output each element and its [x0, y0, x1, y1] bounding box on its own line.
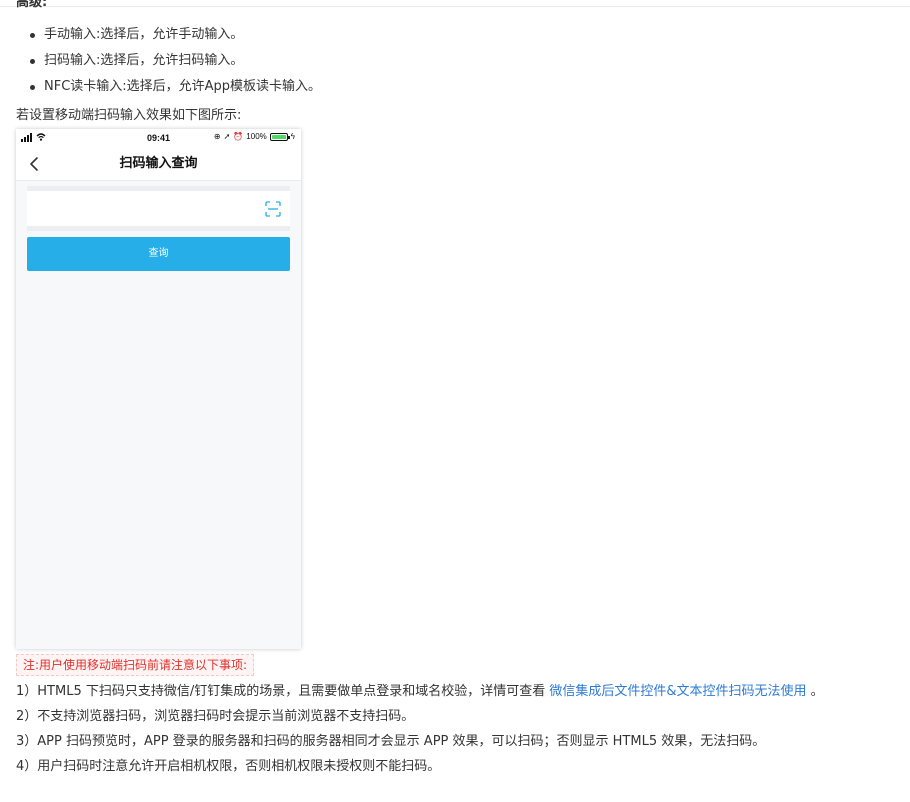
phone-screenshot: 09:41 ⊕ ➚ ⏰ 100% ϟ 扫码输入查询 查询: [16, 129, 301, 649]
intro-text: 若设置移动端扫码输入效果如下图所示:: [16, 108, 242, 123]
scan-input-field[interactable]: [27, 186, 290, 231]
list-item: 手动输入:选择后，允许手动输入。: [28, 26, 321, 52]
notice-list: 1）HTML5 下扫码只支持微信/钉钉集成的场景，且需要做单点登录和域名校验，详…: [16, 683, 824, 783]
item-1-text: 1）HTML5 下扫码只支持微信/钉钉集成的场景，且需要做单点登录和域名校验，详…: [16, 684, 550, 699]
section-heading: 高级:: [16, 0, 48, 10]
battery-level: [271, 134, 286, 139]
status-bar: 09:41 ⊕ ➚ ⏰ 100% ϟ: [16, 129, 301, 147]
location-icon: ➚: [223, 132, 231, 141]
list-item: 1）HTML5 下扫码只支持微信/钉钉集成的场景，且需要做单点登录和域名校验，详…: [16, 683, 824, 708]
wechat-scan-doc-link[interactable]: 微信集成后文件控件&文本控件扫码无法使用: [549, 684, 806, 699]
list-item: NFC读卡输入:选择后，允许App模板读卡输入。: [28, 78, 321, 104]
list-item: 4）用户扫码时注意允许开启相机权限，否则相机权限未授权则不能扫码。: [16, 759, 441, 774]
alarm-icon: ⏰: [233, 132, 244, 141]
list-item: 扫码输入:选择后，允许扫码输入。: [28, 52, 321, 78]
item-1-suffix: 。: [806, 684, 824, 699]
battery-icon: [269, 132, 290, 141]
query-button[interactable]: 查询: [27, 237, 290, 271]
list-item: 2）不支持浏览器扫码，浏览器扫码时会提示当前浏览器不支持扫码。: [16, 709, 415, 724]
notice-callout: 注:用户使用移动端扫码前请注意以下事项:: [16, 654, 255, 676]
charging-icon: ϟ: [290, 132, 295, 141]
page-title: 扫码输入查询: [119, 156, 198, 171]
battery-text: 100%: [246, 132, 267, 141]
nav-bar: 扫码输入查询: [16, 147, 301, 181]
input-mode-list: 手动输入:选择后，允许手动输入。 扫码输入:选择后，允许扫码输入。 NFC读卡输…: [28, 26, 321, 104]
lock-rotation-icon: ⊕: [213, 132, 221, 141]
list-item: 3）APP 扫码预览时，APP 登录的服务器和扫码的服务器相同才会显示 APP …: [16, 734, 766, 749]
top-divider: [0, 6, 910, 7]
scan-icon[interactable]: [265, 201, 281, 217]
